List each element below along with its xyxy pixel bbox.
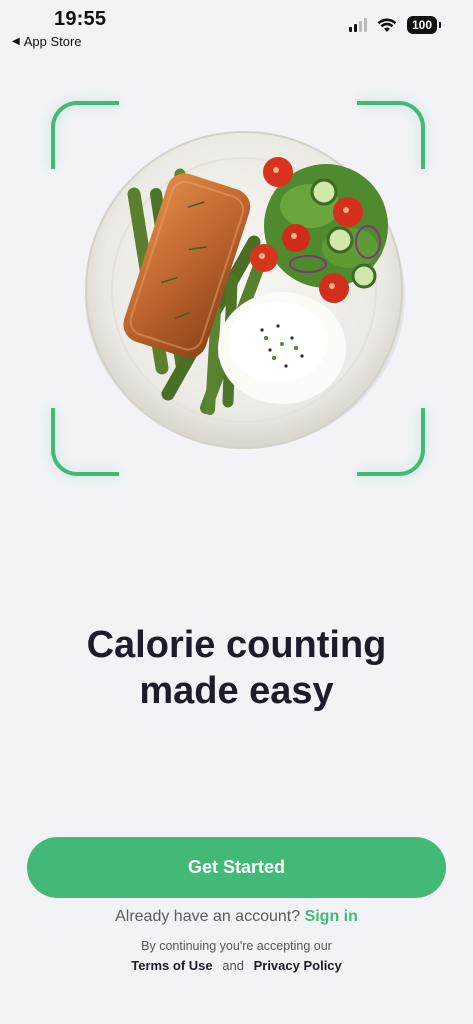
sign-in-link[interactable]: Sign in bbox=[305, 908, 358, 925]
sign-in-row: Already have an account? Sign in bbox=[0, 908, 473, 926]
headline: Calorie counting made easy bbox=[0, 622, 473, 714]
back-triangle-icon: ◀ bbox=[12, 36, 20, 47]
headline-line-1: Calorie counting bbox=[86, 624, 387, 666]
get-started-button[interactable]: Get Started bbox=[27, 837, 446, 898]
wifi-icon bbox=[377, 17, 397, 32]
onboarding-screen: 19:55 ◀ App Store 100 Calorie counting m… bbox=[0, 0, 473, 1024]
signal-icon bbox=[348, 18, 367, 32]
status-indicators: 100 bbox=[348, 16, 442, 34]
legal-and: and bbox=[222, 958, 244, 973]
back-to-app-store[interactable]: ◀ App Store bbox=[12, 34, 82, 49]
back-app-label: App Store bbox=[23, 34, 82, 49]
legal-links: Terms of Use and Privacy Policy bbox=[0, 958, 473, 973]
sign-in-prompt: Already have an account? bbox=[115, 908, 305, 925]
terms-of-use-link[interactable]: Terms of Use bbox=[131, 958, 212, 973]
food-plate-image bbox=[82, 130, 408, 450]
legal-intro: By continuing you're accepting our bbox=[141, 939, 332, 953]
headline-line-2: made easy bbox=[139, 670, 334, 712]
status-time: 19:55 bbox=[54, 8, 107, 30]
battery-icon: 100 bbox=[406, 16, 442, 34]
privacy-policy-link[interactable]: Privacy Policy bbox=[254, 958, 342, 973]
